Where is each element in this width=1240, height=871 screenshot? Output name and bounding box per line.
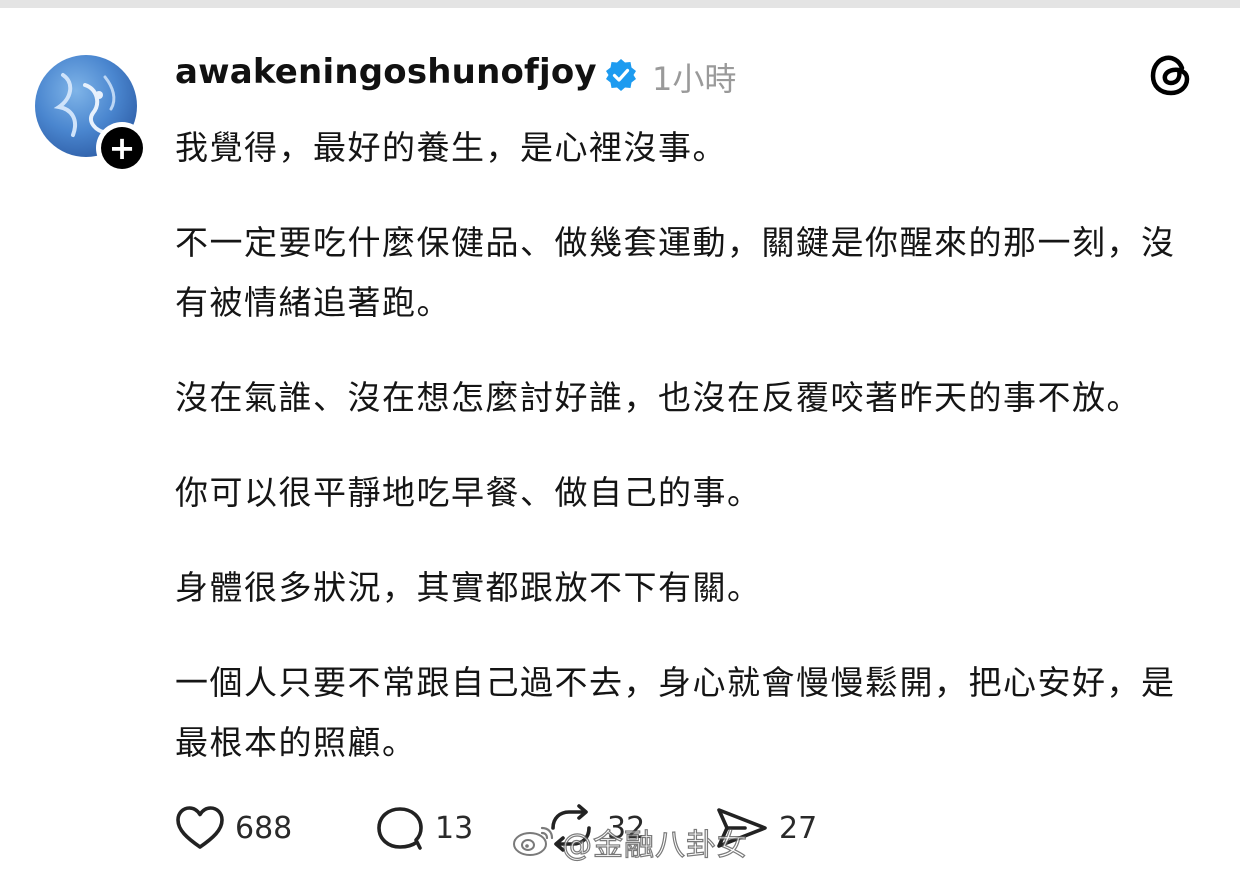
post-paragraph: 身體很多狀況，其實都跟放不下有關。 [175,568,762,607]
username[interactable]: awakeningoshunofjoy [175,52,597,92]
post-paragraph: 沒在氣誰、沒在想怎麼討好誰，也沒在反覆咬著昨天的事不放。 [175,378,1141,417]
post-paragraph: 我覺得，最好的養生，是心裡沒事。 [175,128,727,167]
comment-bubble-icon [375,804,425,852]
plus-icon: + [101,127,143,169]
threads-logo-icon[interactable] [1146,50,1196,100]
share-count: 27 [779,810,818,846]
heart-icon [175,805,225,851]
follow-button[interactable]: + [96,122,148,174]
post-paragraph: 一個人只要不常跟自己過不去，身心就會慢慢鬆開，把心安好，是最根本的照顧。 [175,663,1176,762]
post-paragraph: 不一定要吃什麼保健品、做幾套運動，關鍵是你醒來的那一刻，沒有被情緒追著跑。 [175,223,1176,322]
post-body: 我覺得，最好的養生，是心裡沒事。 不一定要吃什麼保健品、做幾套運動，關鍵是你醒來… [175,118,1195,808]
post-timestamp: 1小時 [652,60,737,98]
watermark-text: @金融八卦女 [561,827,748,863]
weibo-logo-icon [512,822,556,862]
like-button[interactable]: 688 [175,800,292,856]
verified-badge-icon [604,58,638,92]
reply-button[interactable]: 13 [375,800,473,856]
post-paragraph: 你可以很平靜地吃早餐、做自己的事。 [175,473,762,512]
watermark: @金融八卦女 [512,820,748,864]
like-count: 688 [235,810,293,846]
reply-count: 13 [435,810,474,846]
top-divider [0,0,1240,8]
